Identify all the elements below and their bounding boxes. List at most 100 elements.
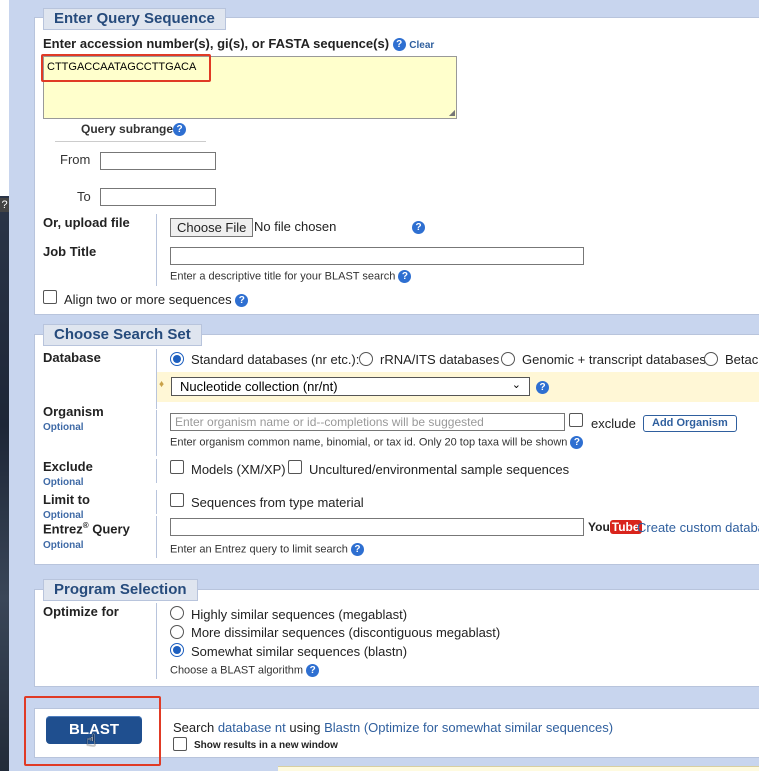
algorithm-hint: Choose a BLAST algorithm ?	[170, 664, 320, 677]
upload-help[interactable]: ?	[412, 219, 425, 235]
entrez-label: Entrez® Query	[43, 521, 130, 536]
entrez-hint: Enter an Entrez query to limit search ?	[170, 543, 364, 556]
program-link[interactable]: Blastn (Optimize for somewhat similar se…	[324, 720, 613, 735]
db-genomic-radio[interactable]	[501, 352, 515, 366]
organism-hint: Enter organism common name, binomial, or…	[170, 436, 584, 449]
megablast-label: Highly similar sequences (megablast)	[191, 607, 408, 622]
db-standard-radio[interactable]	[170, 352, 184, 366]
db-standard-label: Standard databases (nr etc.):	[191, 352, 360, 367]
youtube-you: You	[588, 520, 610, 534]
job-title-input[interactable]	[170, 247, 584, 265]
megablast-radio[interactable]	[170, 606, 184, 620]
blast-highlight-box	[24, 696, 161, 766]
type-material-checkbox[interactable]	[170, 493, 184, 507]
sequence-highlight-box	[41, 54, 211, 82]
note-banner	[278, 766, 759, 771]
field-divider	[156, 459, 157, 483]
search-set-legend: Choose Search Set	[43, 324, 202, 346]
help-icon[interactable]: ?	[306, 664, 320, 677]
entrez-input[interactable]	[170, 518, 584, 536]
background-window	[0, 196, 9, 771]
database-select[interactable]: Nucleotide collection (nr/nt) ⌄	[171, 377, 530, 396]
job-title-label: Job Title	[43, 244, 97, 259]
organism-optional: Optional	[43, 422, 84, 433]
help-icon[interactable]: ?	[350, 543, 364, 556]
db-betacov-label: Betac	[725, 352, 759, 367]
optimize-for-label: Optimize for	[43, 604, 119, 619]
blastn-label: Somewhat similar sequences (blastn)	[191, 644, 408, 659]
upload-label: Or, upload file	[43, 215, 130, 230]
from-input[interactable]	[100, 152, 216, 170]
field-divider	[156, 516, 157, 558]
dc-megablast-label: More dissimilar sequences (discontiguous…	[191, 625, 501, 640]
choose-file-button[interactable]: Choose File	[170, 218, 254, 237]
entrez-label-suffix: Query	[88, 521, 130, 537]
field-divider	[156, 410, 157, 456]
organism-input[interactable]: Enter organism name or id--completions w…	[170, 413, 565, 431]
db-rrna-radio[interactable]	[359, 352, 373, 366]
job-title-hint-text: Enter a descriptive title for your BLAST…	[170, 270, 396, 283]
db-betacov-radio[interactable]	[704, 352, 718, 366]
help-icon[interactable]: ?	[235, 294, 249, 308]
uncultured-label: Uncultured/environmental sample sequence…	[309, 462, 570, 477]
create-custom-db-link[interactable]: Create custom databa	[637, 520, 759, 535]
db-rrna-label: rRNA/ITS databases	[380, 352, 500, 367]
search-prefix: Search	[173, 720, 218, 735]
clear-link[interactable]: Clear	[409, 40, 434, 51]
database-select-value: Nucleotide collection (nr/nt)	[180, 379, 338, 394]
help-icon[interactable]: ?	[398, 270, 412, 283]
background-window-char: ?	[0, 198, 9, 212]
field-divider	[156, 490, 157, 514]
help-icon[interactable]: ?	[570, 436, 584, 449]
add-organism-button[interactable]: Add Organism	[643, 415, 737, 432]
to-label: To	[77, 189, 91, 204]
entrez-optional: Optional	[43, 540, 84, 551]
help-icon[interactable]: ?	[536, 381, 549, 395]
models-checkbox[interactable]	[170, 460, 184, 474]
subrange-label: Query subrange?	[81, 122, 187, 137]
help-icon[interactable]: ?	[392, 38, 406, 52]
query-legend: Enter Query Sequence	[43, 8, 226, 30]
search-summary: Search database nt using Blastn (Optimiz…	[173, 720, 613, 735]
help-icon[interactable]: ?	[173, 123, 187, 137]
exclude-label: Exclude	[43, 459, 93, 474]
youtube-icon[interactable]: You Tube	[588, 520, 642, 534]
field-divider	[156, 603, 157, 679]
limit-optional: Optional	[43, 510, 84, 521]
to-input[interactable]	[100, 188, 216, 206]
field-divider	[156, 214, 157, 286]
diamond-icon: ♦	[159, 379, 165, 390]
blastn-radio[interactable]	[170, 643, 184, 657]
new-window-checkbox[interactable]	[173, 737, 187, 751]
no-file-text: No file chosen	[254, 219, 337, 234]
resize-handle-icon[interactable]: ◢	[449, 108, 455, 117]
align-two-checkbox[interactable]	[43, 290, 57, 304]
dc-megablast-radio[interactable]	[170, 625, 184, 639]
uncultured-checkbox[interactable]	[288, 460, 302, 474]
align-two-label-text: Align two or more sequences	[64, 292, 232, 307]
subrange-label-text: Query subrange	[81, 122, 174, 136]
type-material-label: Sequences from type material	[191, 495, 364, 510]
limit-to-label: Limit to	[43, 492, 90, 507]
new-window-label: Show results in a new window	[194, 740, 338, 751]
database-help[interactable]: ?	[536, 379, 549, 395]
organism-hint-text: Enter organism common name, binomial, or…	[170, 436, 568, 449]
exclude-optional: Optional	[43, 477, 84, 488]
models-label: Models (XM/XP)	[191, 462, 286, 477]
algorithm-hint-text: Choose a BLAST algorithm	[170, 664, 304, 677]
organism-label: Organism	[43, 404, 104, 419]
help-icon[interactable]: ?	[412, 221, 425, 235]
program-legend: Program Selection	[43, 579, 198, 601]
entrez-label-text: Entrez	[43, 521, 83, 537]
job-title-hint: Enter a descriptive title for your BLAST…	[170, 270, 412, 283]
chevron-down-icon: ⌄	[511, 379, 521, 391]
from-label: From	[60, 152, 91, 167]
organism-placeholder: Enter organism name or id--completions w…	[175, 415, 484, 429]
query-label: Enter accession number(s), gi(s), or FAS…	[43, 36, 434, 52]
query-label-text: Enter accession number(s), gi(s), or FAS…	[43, 36, 390, 51]
entrez-hint-text: Enter an Entrez query to limit search	[170, 543, 348, 556]
database-link[interactable]: database nt	[218, 720, 286, 735]
align-two-label: Align two or more sequences ?	[64, 292, 249, 308]
organism-exclude-checkbox[interactable]	[569, 413, 583, 427]
database-label: Database	[43, 350, 101, 365]
